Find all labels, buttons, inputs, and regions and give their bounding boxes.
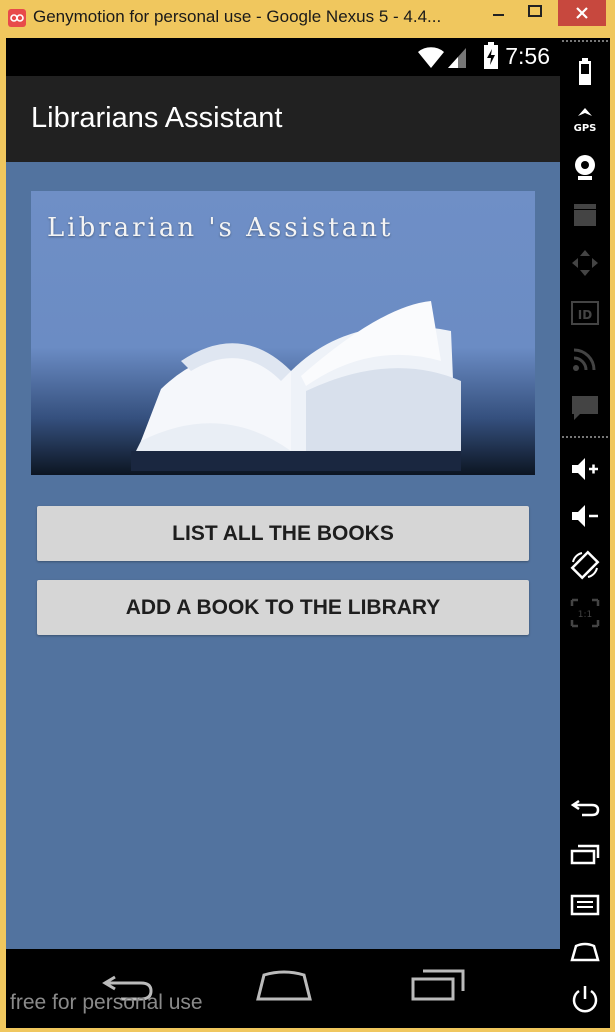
app-title: Librarians Assistant: [31, 102, 283, 134]
back-icon[interactable]: [570, 792, 600, 822]
recent-apps-icon[interactable]: [411, 969, 467, 1003]
pixel-perfect-icon[interactable]: 1:1: [570, 598, 600, 628]
close-button[interactable]: [558, 0, 606, 26]
minimize-button[interactable]: [478, 0, 518, 26]
navigation-bar: free for personal use: [6, 949, 560, 1028]
svg-text:1:1: 1:1: [578, 610, 592, 620]
genymotion-icon: [8, 9, 26, 27]
sms-icon[interactable]: [570, 392, 600, 422]
wifi-icon: [418, 47, 444, 68]
action-bar: Librarians Assistant: [6, 76, 560, 162]
window-titlebar: Genymotion for personal use - Google Nex…: [0, 0, 615, 38]
toolbar-divider: [562, 40, 608, 42]
home-icon[interactable]: [254, 969, 314, 1003]
device-id-icon[interactable]: ID: [570, 298, 600, 328]
gps-icon[interactable]: GPS: [570, 106, 600, 136]
side-toolbar: GPS ID 1:1: [560, 38, 610, 1028]
power-icon[interactable]: [570, 984, 600, 1014]
close-icon: [576, 7, 588, 19]
minimize-icon: [493, 14, 504, 16]
open-book-image: [131, 301, 461, 471]
webcam-icon[interactable]: [570, 152, 600, 182]
main-content: Librarian 's Assistant LIST ALL THE BOOK…: [6, 162, 560, 949]
screencast-icon[interactable]: [570, 200, 600, 230]
dpad-icon[interactable]: [570, 248, 600, 278]
battery-charging-icon: [484, 42, 498, 69]
svg-text:GPS: GPS: [574, 123, 597, 134]
status-clock: 7:56: [505, 43, 550, 69]
banner-image: Librarian 's Assistant: [31, 191, 535, 475]
list-books-button[interactable]: LIST ALL THE BOOKS: [37, 506, 529, 561]
battery-icon[interactable]: [570, 58, 600, 88]
add-book-button[interactable]: ADD A BOOK TO THE LIBRARY: [37, 580, 529, 635]
rss-icon[interactable]: [570, 344, 600, 374]
svg-text:ID: ID: [578, 308, 592, 322]
volume-down-icon[interactable]: [570, 501, 600, 531]
toolbar-divider: [562, 436, 608, 438]
volume-up-icon[interactable]: [570, 454, 600, 484]
recent-apps-icon[interactable]: [570, 840, 600, 870]
home-icon[interactable]: [570, 936, 600, 966]
device-frame: 7:56 Librarians Assistant Librarian 's A…: [6, 38, 610, 1028]
maximize-button[interactable]: [520, 0, 560, 26]
status-bar: 7:56: [6, 38, 560, 76]
menu-icon[interactable]: [570, 890, 600, 920]
window-title: Genymotion for personal use - Google Nex…: [33, 7, 442, 26]
signal-icon: [448, 48, 466, 68]
banner-title: Librarian 's Assistant: [47, 213, 394, 243]
watermark-text: free for personal use: [10, 991, 203, 1014]
rotate-icon[interactable]: [570, 550, 600, 580]
maximize-icon: [528, 5, 542, 17]
